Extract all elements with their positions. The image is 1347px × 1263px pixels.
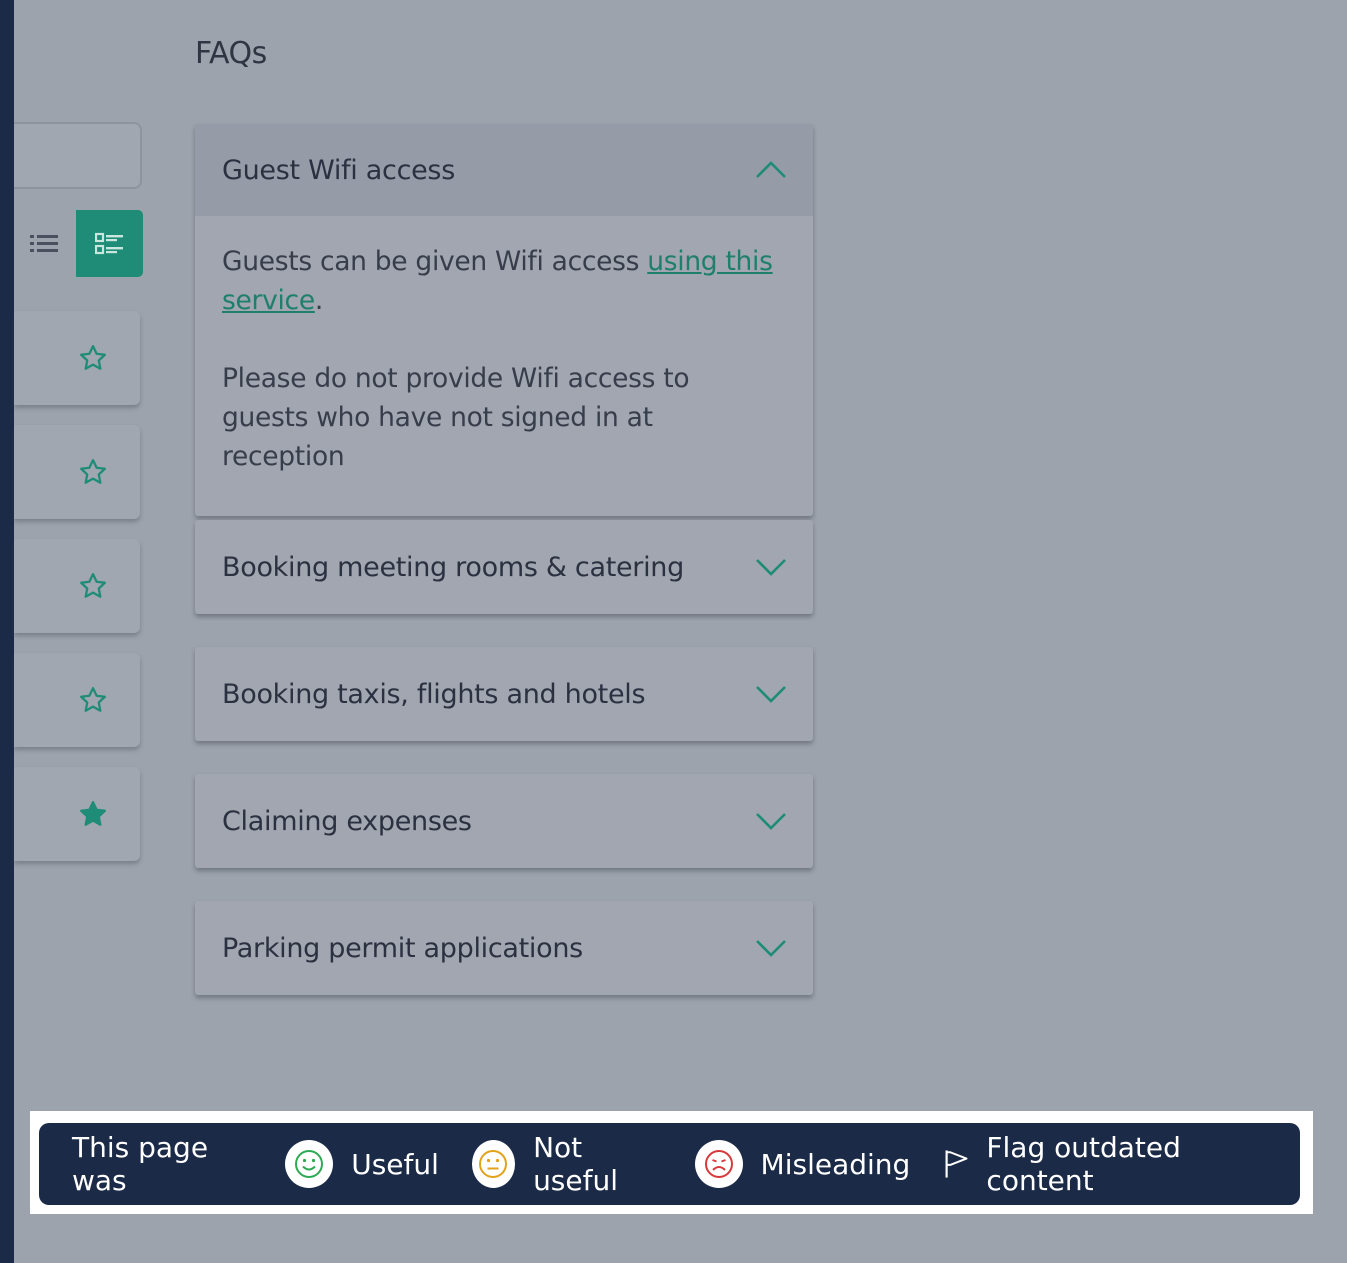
- star-filled-icon[interactable]: [78, 799, 108, 829]
- smiley-neutral-icon: [471, 1140, 516, 1188]
- faq-header[interactable]: Booking taxis, flights and hotels: [195, 647, 813, 741]
- search-input[interactable]: [14, 122, 142, 189]
- not-useful-label: Not useful: [533, 1131, 619, 1197]
- chevron-down-icon[interactable]: [755, 938, 787, 958]
- list-view-button[interactable]: [14, 210, 76, 277]
- faq-title: Guest Wifi access: [222, 154, 455, 186]
- misleading-button[interactable]: Misleading: [694, 1140, 911, 1188]
- list-view-icon: [30, 234, 58, 252]
- star-outline-icon[interactable]: [78, 343, 108, 373]
- faq-title: Claiming expenses: [222, 805, 472, 837]
- useful-label: Useful: [351, 1147, 439, 1181]
- feedback-bar: This page was Useful Not useful Misleadi…: [39, 1123, 1300, 1205]
- misleading-label: Misleading: [760, 1147, 911, 1181]
- faq-header[interactable]: Booking meeting rooms & catering: [195, 520, 813, 614]
- faq-paragraph: Please do not provide Wifi access to gue…: [222, 363, 690, 472]
- page-title: FAQs: [195, 36, 267, 71]
- left-rail: [0, 0, 14, 1263]
- favorite-card[interactable]: [14, 767, 140, 861]
- faq-title: Booking meeting rooms & catering: [222, 551, 684, 583]
- faq-item: Claiming expenses: [195, 774, 813, 868]
- faq-item: Booking taxis, flights and hotels: [195, 647, 813, 741]
- faq-header[interactable]: Claiming expenses: [195, 774, 813, 868]
- faq-title: Booking taxis, flights and hotels: [222, 678, 646, 710]
- favorite-card[interactable]: [14, 539, 140, 633]
- star-outline-icon[interactable]: [78, 571, 108, 601]
- faq-paragraph: Guests can be given Wifi access using th…: [222, 242, 783, 320]
- not-useful-button[interactable]: Not useful: [471, 1131, 662, 1197]
- faq-text: .: [314, 285, 323, 316]
- faq-header[interactable]: Parking permit applications: [195, 901, 813, 995]
- flag-outdated-label: Flag outdated content: [986, 1131, 1181, 1197]
- faq-header[interactable]: Guest Wifi access: [195, 124, 813, 216]
- chevron-down-icon[interactable]: [755, 684, 787, 704]
- flag-icon: [945, 1150, 968, 1178]
- faq-title: Parking permit applications: [222, 932, 583, 964]
- smiley-sad-icon: [694, 1140, 743, 1188]
- chevron-down-icon[interactable]: [755, 811, 787, 831]
- faq-item: Guest Wifi access Guests can be given Wi…: [195, 124, 813, 516]
- faq-body: Guests can be given Wifi access using th…: [195, 216, 813, 516]
- star-outline-icon[interactable]: [78, 457, 108, 487]
- chevron-down-icon[interactable]: [755, 557, 787, 577]
- faq-item: Parking permit applications: [195, 901, 813, 995]
- smiley-happy-icon: [285, 1140, 334, 1188]
- favorite-card[interactable]: [14, 653, 140, 747]
- star-outline-icon[interactable]: [78, 685, 108, 715]
- flag-outdated-button[interactable]: Flag outdated content: [943, 1131, 1267, 1197]
- feedback-prompt: This page was: [72, 1131, 209, 1197]
- faq-item: Booking meeting rooms & catering: [195, 520, 813, 614]
- favorite-card[interactable]: [14, 425, 140, 519]
- favorite-card[interactable]: [14, 311, 140, 405]
- chevron-up-icon[interactable]: [755, 160, 787, 180]
- card-view-icon: [94, 232, 123, 254]
- card-view-button[interactable]: [76, 210, 143, 277]
- useful-button[interactable]: Useful: [285, 1140, 439, 1188]
- faq-text: Guests can be given Wifi access: [222, 246, 648, 277]
